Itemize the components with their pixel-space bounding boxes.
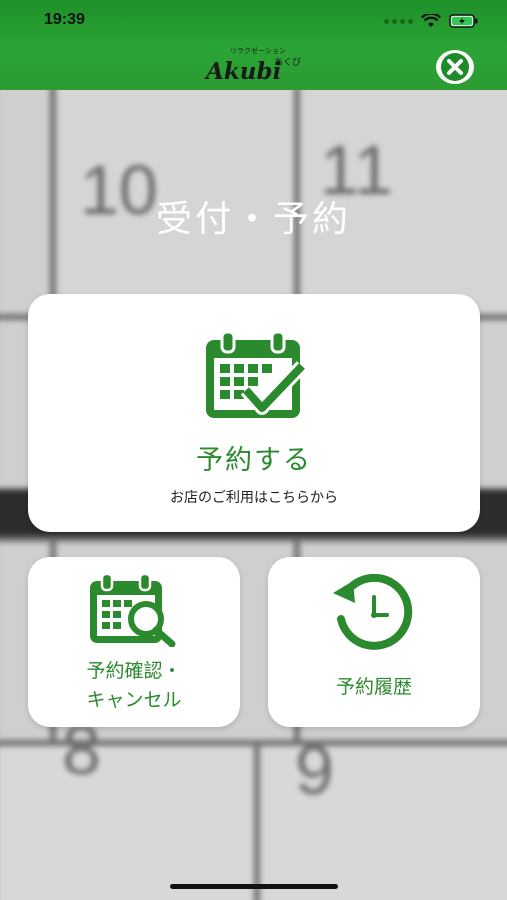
home-indicator — [170, 884, 338, 889]
akubi-logo: リラクゼーション あくび Akubi — [196, 46, 316, 86]
history-card[interactable]: 予約履歴 — [268, 557, 480, 727]
bg-day-number: 9 — [295, 731, 334, 809]
app-header: 19:39 リラクゼーション あくび Akubi — [0, 0, 507, 90]
page-title: 受付・予約 — [155, 199, 351, 240]
confirm-cancel-label-line2: キャンセル — [86, 689, 182, 711]
status-time: 19:39 — [44, 11, 85, 28]
battery-icon — [449, 14, 478, 28]
wifi-icon — [421, 14, 441, 27]
history-label: 予約履歴 — [335, 676, 412, 698]
calendar-check-icon — [206, 330, 308, 418]
reserve-label: 予約する — [196, 445, 312, 476]
signal-icon — [384, 18, 413, 24]
clock-history-icon — [333, 573, 413, 650]
reserve-sub-label: お店のご利用はこちらから — [170, 490, 338, 506]
reserve-card[interactable]: 予約する お店のご利用はこちらから — [28, 294, 480, 532]
close-button[interactable] — [436, 50, 474, 84]
calendar-search-icon — [90, 573, 176, 647]
logo-text: Akubi — [206, 58, 282, 85]
close-icon — [441, 53, 469, 81]
confirm-cancel-label-line1: 予約確認・ — [86, 660, 182, 682]
status-icons — [384, 14, 479, 28]
confirm-cancel-card[interactable]: 予約確認・ キャンセル — [28, 557, 240, 727]
